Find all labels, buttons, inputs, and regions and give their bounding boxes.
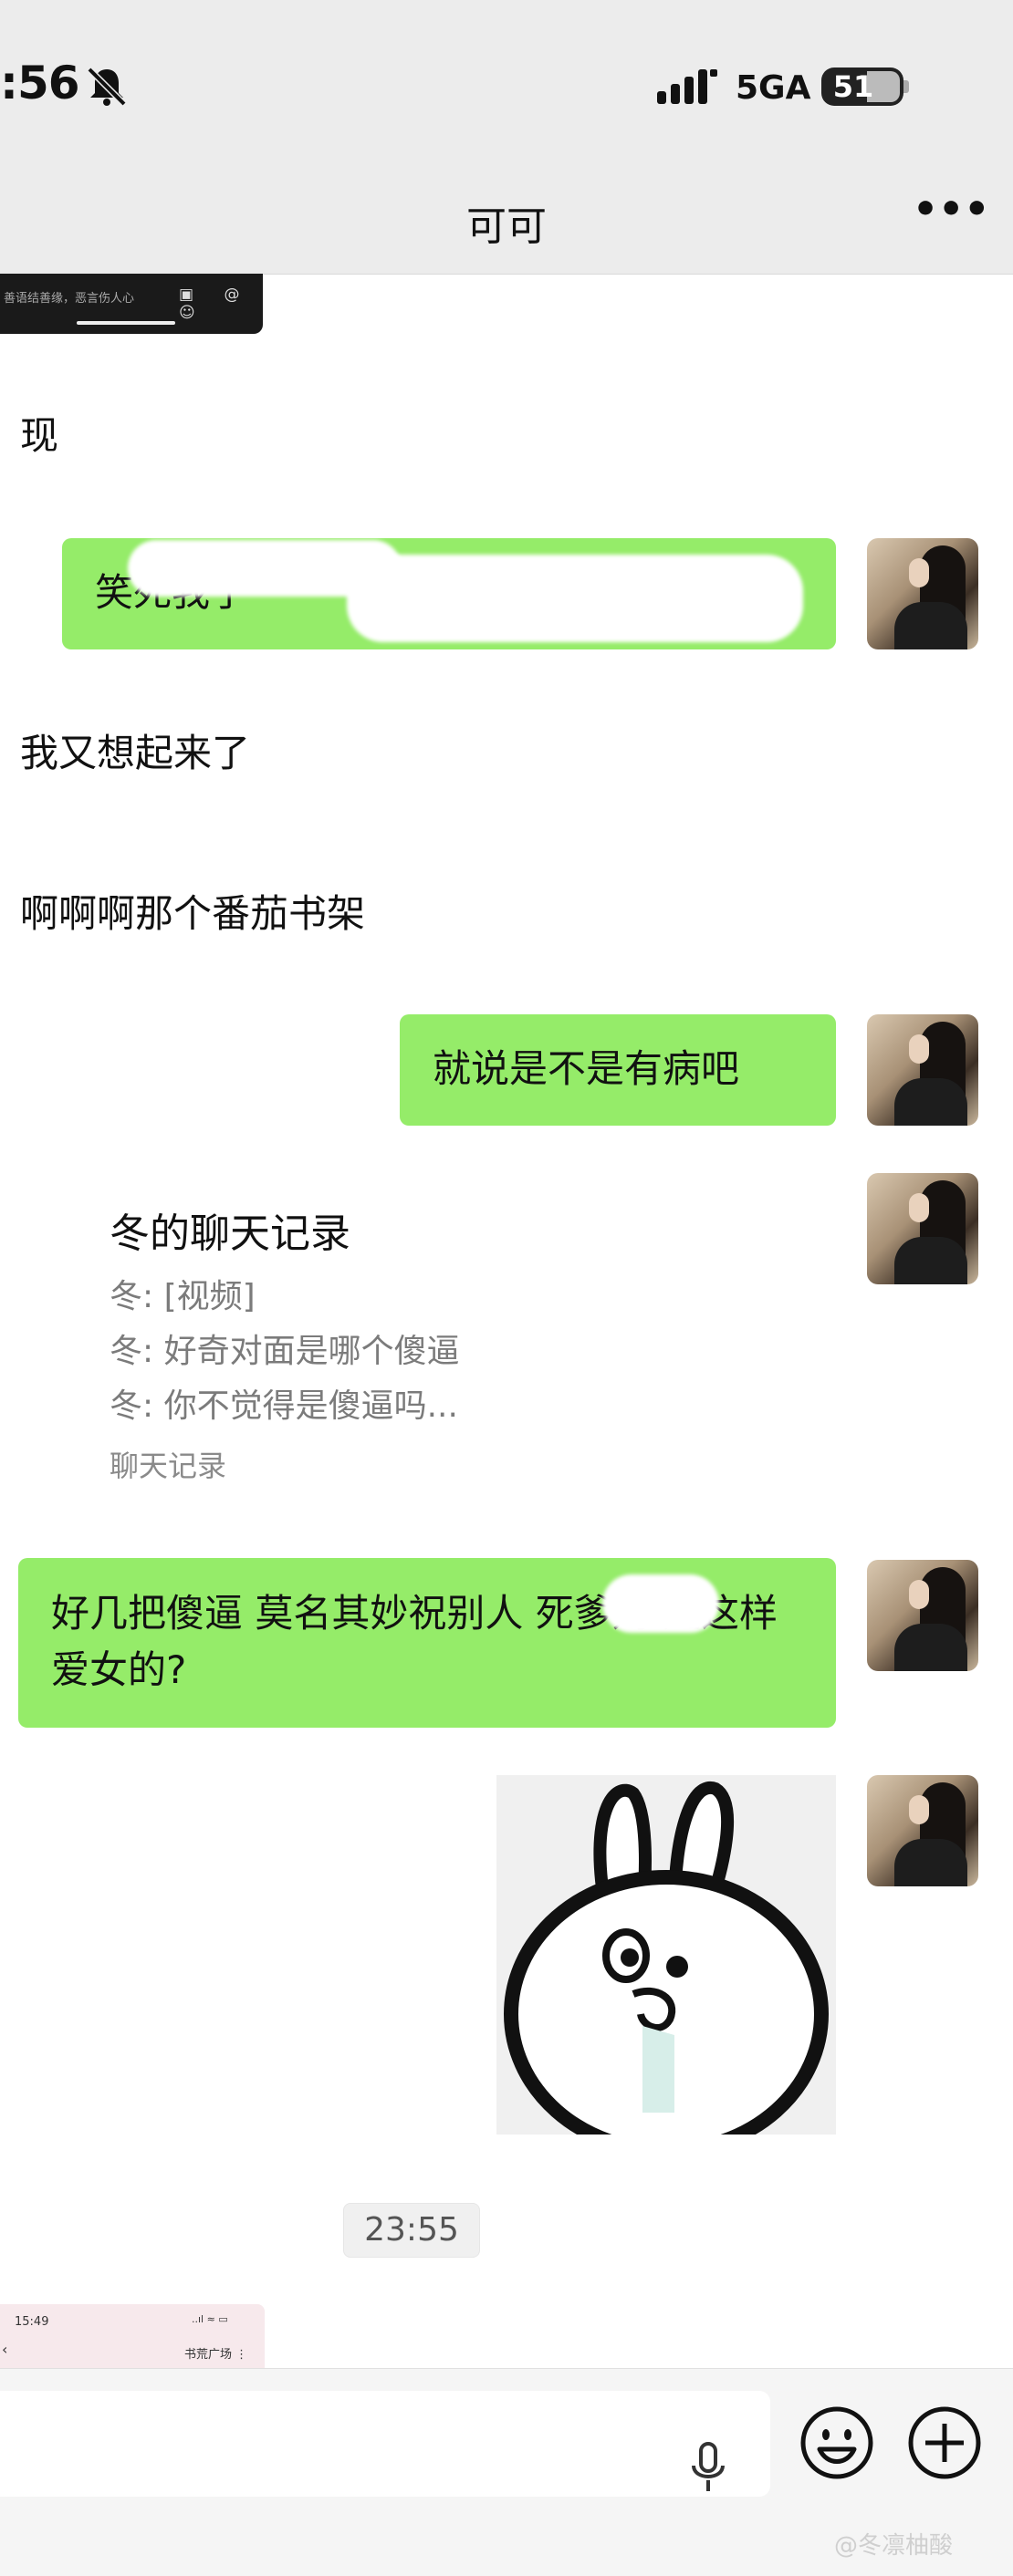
avatar[interactable] xyxy=(867,1173,978,1284)
thumbnail-icons: ▣ @ ☺ xyxy=(179,286,253,322)
message-text: 现 xyxy=(20,413,59,458)
thumbnail-label: 书荒广场 ⋮ xyxy=(184,2348,248,2362)
redaction-mark xyxy=(602,1574,719,1633)
chat-header: 可可 ••• xyxy=(0,173,1013,275)
thumbnail-status-icons: ..ıl ≈ ▭ xyxy=(192,2313,228,2325)
home-indicator xyxy=(77,321,175,325)
message-text: 就说是不是有病吧 xyxy=(433,1046,740,1091)
thumbnail-time: 15:49 xyxy=(15,2315,49,2329)
message-text: 我又想起来了 xyxy=(20,731,251,775)
thumbnail-caption: 善语结善缘，恶言伤人心 xyxy=(4,292,135,306)
status-bar: :56 5GA 51 xyxy=(0,0,1013,173)
add-attachment-icon[interactable] xyxy=(907,2405,982,2480)
card-line: 冬: 好奇对面是哪个傻逼 xyxy=(110,1333,460,1370)
battery-tip xyxy=(903,80,909,93)
image-message-thumbnail[interactable]: 善语结善缘，恶言伤人心 ▣ @ ☺ xyxy=(0,274,263,334)
message-bubble-incoming[interactable]: 啊啊啊那个番茄书架 xyxy=(0,859,475,969)
emoji-icon[interactable] xyxy=(799,2405,874,2480)
card-line: 冬: 你不觉得是傻逼吗... xyxy=(110,1387,458,1425)
avatar[interactable] xyxy=(867,1560,978,1671)
message-bubble-outgoing[interactable]: 就说是不是有病吧 xyxy=(400,1014,836,1126)
message-text: 啊啊啊那个番茄书架 xyxy=(20,891,366,936)
more-options-button[interactable]: ••• xyxy=(913,190,989,237)
watermark: @冬凛柚酸 xyxy=(834,2532,954,2560)
card-title: 冬的聊天记录 xyxy=(110,1210,350,1257)
microphone-icon[interactable] xyxy=(690,2440,726,2495)
chat-title: 可可 xyxy=(466,203,547,250)
message-input[interactable] xyxy=(0,2391,770,2497)
image-message-thumbnail[interactable]: 15:49 ..ıl ≈ ▭ ‹ 书荒广场 ⋮ xyxy=(0,2304,265,2368)
avatar[interactable] xyxy=(867,1775,978,1886)
message-bubble-outgoing[interactable]: 好几把傻逼 莫名其妙祝别人 死爹妈 是这样爱女的? xyxy=(18,1558,836,1728)
battery-level: 51 xyxy=(832,69,874,104)
status-time: :56 xyxy=(0,57,80,109)
redaction-mark xyxy=(69,401,544,474)
message-timestamp: 23:55 xyxy=(343,2203,480,2258)
network-type: 5GA xyxy=(736,69,811,107)
redaction-mark xyxy=(347,555,803,642)
battery-icon: 51 xyxy=(821,68,903,106)
cellular-signal-icon xyxy=(657,69,717,104)
rabbit-sticker-icon xyxy=(496,1775,836,2135)
bell-muted-icon xyxy=(87,67,127,107)
avatar[interactable] xyxy=(867,1014,978,1126)
message-bubble-incoming[interactable]: 我又想起来了 xyxy=(0,699,327,808)
sticker-message[interactable] xyxy=(496,1775,836,2135)
avatar[interactable] xyxy=(867,538,978,649)
card-line: 冬: [视频] xyxy=(110,1278,256,1315)
forwarded-chat-record-card[interactable]: 冬的聊天记录 冬: [视频] 冬: 好奇对面是哪个傻逼 冬: 你不觉得是傻逼吗.… xyxy=(78,1168,836,1505)
back-icon: ‹ xyxy=(2,2341,8,2358)
card-footer: 聊天记录 xyxy=(110,1449,227,1483)
